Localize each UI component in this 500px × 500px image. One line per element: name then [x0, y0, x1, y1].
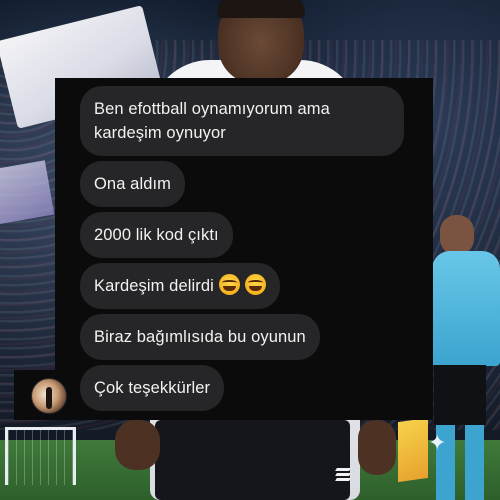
user-avatar-icon[interactable] [31, 378, 67, 414]
message-text-1: Ben efottball oynamıyorum ama kardeşim o… [94, 100, 330, 142]
message-bubble-1[interactable]: Ben efottball oynamıyorum ama kardeşim o… [80, 86, 404, 156]
adidas-stripes-icon [335, 468, 351, 482]
purple-flag [0, 160, 55, 225]
message-bubble-3[interactable]: 2000 lik kod çıktı [80, 212, 233, 258]
message-text-5: Biraz bağımlısıda bu oyunun [94, 328, 306, 346]
message-bubble-6[interactable]: Çok teşekkürler [80, 365, 225, 411]
player-right-hand [358, 420, 396, 475]
message-text-3: 2000 lik kod çıktı [94, 226, 219, 244]
player-shorts [155, 420, 350, 500]
message-bubble-4[interactable]: Kardeşim delirdi [80, 263, 280, 309]
sparkle-icon: ✦ [428, 430, 447, 455]
player-hair [217, 0, 305, 18]
grinning-sweat-emoji-icon [244, 274, 266, 295]
referee [432, 215, 500, 500]
referee-shirt [432, 251, 500, 366]
message-bubble-2[interactable]: Ona aldım [80, 161, 186, 207]
message-text-4: Kardeşim delirdi [94, 277, 214, 295]
corner-flag [398, 417, 428, 483]
message-text-2: Ona aldım [94, 175, 172, 193]
goal-net [5, 427, 76, 485]
message-text-6: Çok teşekkürler [94, 379, 211, 397]
message-bubble-5[interactable]: Biraz bağımlısıda bu oyunun [80, 314, 320, 360]
referee-shorts [434, 365, 486, 425]
grinning-sweat-emoji-icon [218, 274, 240, 295]
player-left-hand [115, 420, 160, 470]
referee-head [440, 215, 474, 255]
